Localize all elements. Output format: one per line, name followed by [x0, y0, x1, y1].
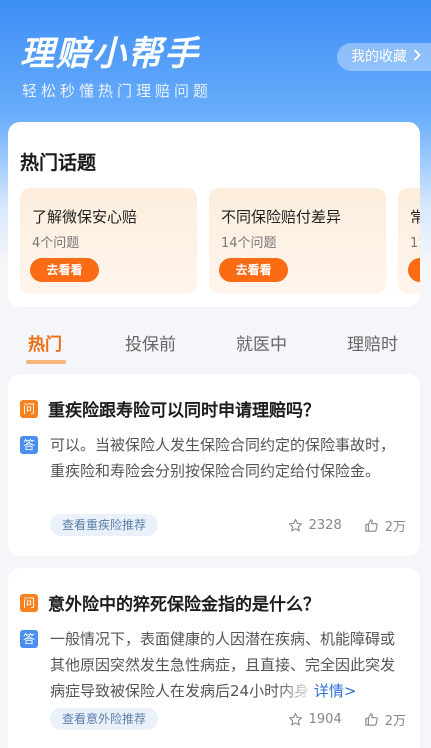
topic-card[interactable]: 了解微保安心赔 4个问题 去看看: [20, 188, 197, 294]
question-text: 重疾险跟寿险可以同时申请理赔吗？: [48, 401, 320, 421]
question-badge: 问: [20, 399, 38, 418]
answer-row: 答 一般情况下，表面健康的人因潜在疾病、机能障碍或其他原因突然发生急性病症，且直…: [20, 626, 398, 704]
answer-badge: 答: [20, 436, 38, 454]
page-title: 理赔小帮手: [20, 34, 200, 74]
tab-hot[interactable]: 热门: [28, 330, 62, 355]
hot-topics-title: 热门话题: [20, 152, 97, 174]
topic-count: 11个: [410, 236, 420, 251]
active-tab-indicator: [26, 360, 66, 364]
topic-view-button[interactable]: 去看看: [30, 258, 99, 282]
question-text: 意外险中的猝死保险金指的是什么？: [48, 595, 320, 615]
hot-topics-card: 热门话题 了解微保安心赔 4个问题 去看看 不同保险赔付差异 14个问题 去看看…: [8, 122, 420, 307]
chevron-right-icon: [413, 43, 421, 71]
tab-before-insure[interactable]: 投保前: [125, 330, 176, 355]
qa-card[interactable]: 问 意外险中的猝死保险金指的是什么？ 答 一般情况下，表面健康的人因潜在疾病、机…: [8, 568, 420, 748]
question-row: 问 重疾险跟寿险可以同时申请理赔吗？: [20, 396, 320, 421]
detail-link[interactable]: 详情>: [314, 682, 357, 700]
favorite-count: 2328: [308, 518, 342, 533]
answer-truncated: 24小时内身: [230, 682, 310, 700]
favorites-label: 我的收藏: [351, 49, 407, 65]
answer-badge: 答: [20, 630, 38, 648]
topic-count: 14个问题: [221, 236, 277, 251]
my-favorites-button[interactable]: 我的收藏: [337, 43, 431, 71]
qa-card[interactable]: 问 重疾险跟寿险可以同时申请理赔吗？ 答 可以。当被保险人发生保险合同约定的保险…: [8, 374, 420, 556]
like-count: 2万: [384, 520, 406, 535]
card-stats: 2328 2万: [288, 516, 406, 535]
topic-view-button[interactable]: 去看看: [219, 258, 288, 282]
star-icon[interactable]: [288, 518, 303, 533]
recommend-button[interactable]: 查看意外险推荐: [50, 708, 159, 730]
question-row: 问 意外险中的猝死保险金指的是什么？: [20, 590, 320, 615]
like-count: 2万: [384, 714, 406, 729]
category-tabs: 热门 投保前 就医中 理赔时: [0, 322, 431, 366]
thumbs-up-icon[interactable]: [364, 518, 379, 533]
tab-claiming[interactable]: 理赔时: [347, 330, 398, 355]
topic-count: 4个问题: [32, 236, 80, 251]
topic-view-button[interactable]: 去看: [408, 258, 420, 282]
topic-card[interactable]: 常见 11个 去看: [398, 188, 420, 294]
star-icon[interactable]: [288, 712, 303, 727]
answer-text: 可以。当被保险人发生保险合同约定的保险事故时，重疾险和寿险会分别按保险合同约定给…: [50, 436, 396, 480]
hot-topics-list[interactable]: 了解微保安心赔 4个问题 去看看 不同保险赔付差异 14个问题 去看看 常见 1…: [20, 188, 420, 294]
recommend-button[interactable]: 查看重疾险推荐: [50, 514, 159, 536]
favorite-count: 1904: [308, 712, 342, 727]
answer-row: 答 可以。当被保险人发生保险合同约定的保险事故时，重疾险和寿险会分别按保险合同约…: [20, 432, 398, 484]
topic-name: 了解微保安心赔: [32, 208, 138, 226]
topic-card[interactable]: 不同保险赔付差异 14个问题 去看看: [209, 188, 386, 294]
question-badge: 问: [20, 593, 38, 612]
thumbs-up-icon[interactable]: [364, 712, 379, 727]
topic-name: 不同保险赔付差异: [221, 208, 342, 226]
card-stats: 1904 2万: [288, 710, 406, 729]
tab-in-treatment[interactable]: 就医中: [236, 330, 287, 355]
answer-text: 一般情况下，表面健康的人因潜在疾病、机能障碍或其他原因突然发生急性病症，且直接、…: [50, 626, 398, 704]
topic-name: 常见: [410, 208, 420, 226]
page-subtitle: 轻松秒懂热门理赔问题: [22, 82, 213, 100]
